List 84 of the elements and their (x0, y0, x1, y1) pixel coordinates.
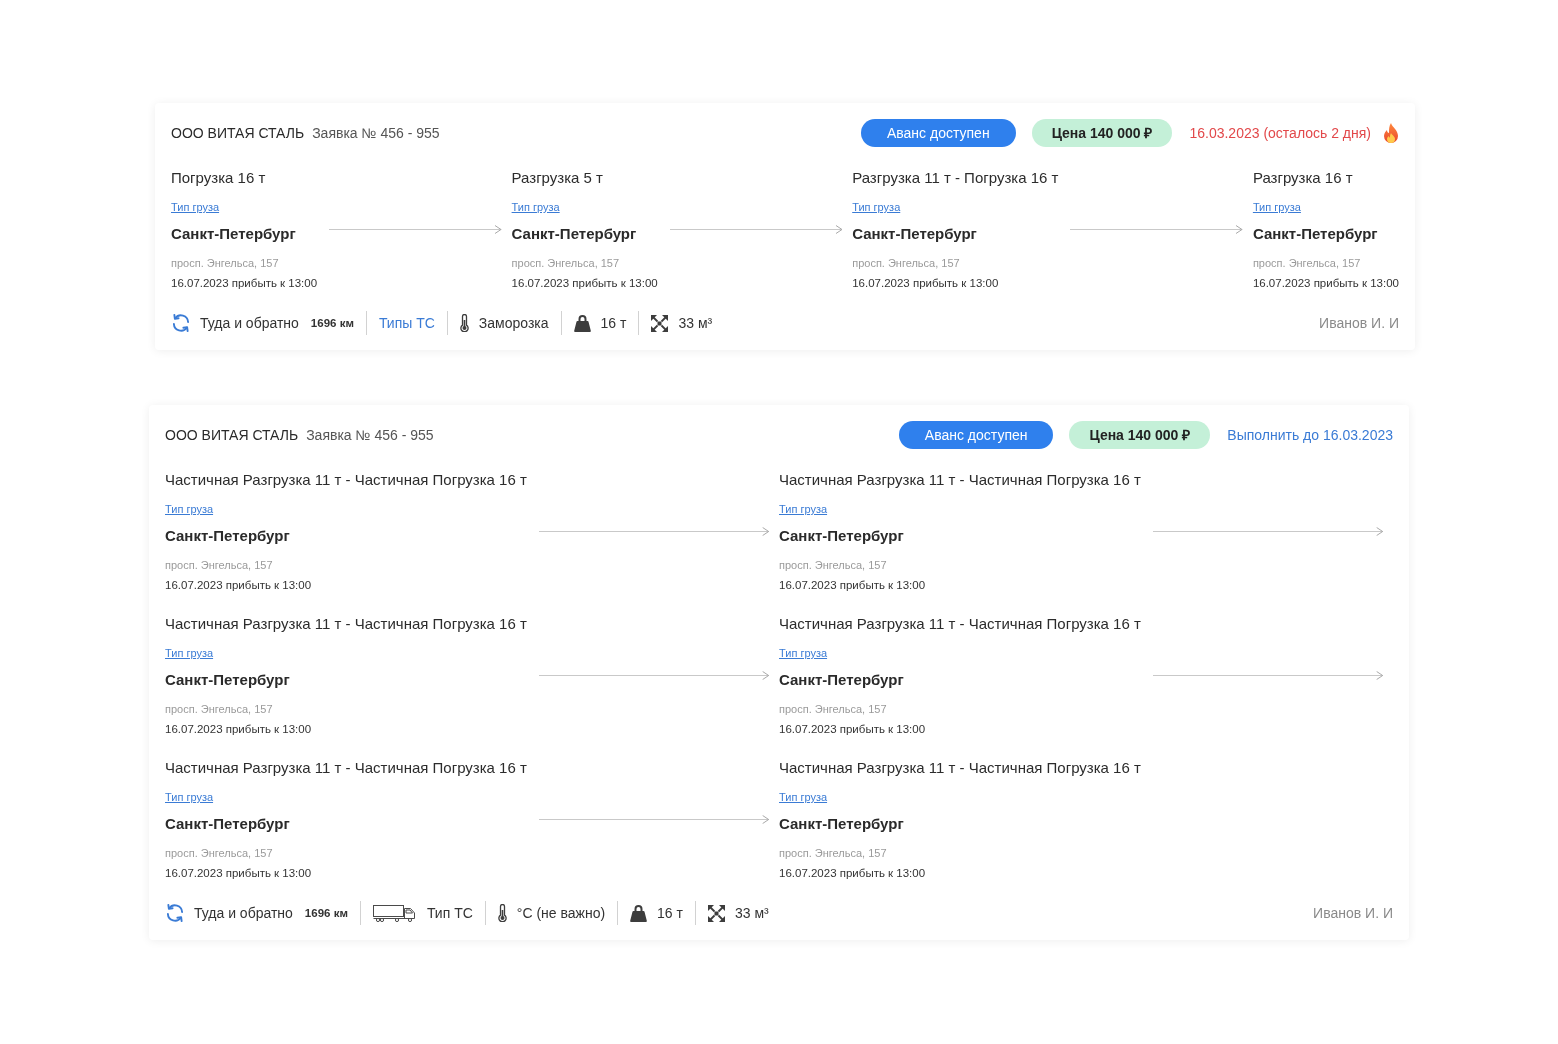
address-text: просп. Энгельса, 157 (779, 702, 887, 716)
company-name: ООО ВИТАЯ СТАЛЬ (165, 427, 299, 443)
cargo-type-link[interactable]: Тип груза (165, 502, 214, 516)
city-name: Санкт-Петербург (852, 224, 977, 244)
volume-text: 33 м³ (678, 315, 713, 331)
address-text: просп. Энгельса, 157 (171, 256, 279, 270)
cargo-type-link[interactable]: Тип груза (1252, 200, 1301, 214)
refresh-icon (166, 904, 184, 922)
cargo-type-link[interactable]: Тип груза (165, 790, 214, 804)
distance-text: 1696 км (304, 907, 348, 919)
arrival-time: 16.07.2023 прибыть к 13:00 (779, 722, 926, 736)
city-name: Санкт-Петербург (511, 224, 637, 244)
temperature-text: °C (не важно) (516, 905, 606, 921)
temperature-text: Заморозка (478, 315, 549, 331)
arrival-time: 16.07.2023 прибыть к 13:00 (779, 866, 926, 880)
advance-button[interactable]: Аванс доступен (898, 421, 1054, 449)
cargo-type-link[interactable]: Тип груза (852, 200, 901, 214)
manager-name: Иванов И. И (1319, 315, 1399, 331)
address-text: просп. Энгельса, 157 (511, 256, 620, 270)
cargo-type-link[interactable]: Тип груза (779, 790, 828, 804)
refresh-icon (172, 314, 190, 332)
city-name: Санкт-Петербург (1252, 224, 1378, 244)
city-name: Санкт-Петербург (779, 526, 904, 546)
stop-title: Частичная Разгрузка 11 т - Частичная Погрузка 16 т (165, 614, 527, 634)
address-text: просп. Энгельса, 157 (779, 846, 887, 860)
city-name: Санкт-Петербург (165, 526, 290, 546)
weight-icon (630, 904, 648, 922)
stop-title: Частичная Разгрузка 11 т - Частичная Погрузка 16 т (779, 470, 1141, 490)
weight-text: 16 т (657, 905, 683, 921)
city-name: Санкт-Петербург (779, 670, 904, 690)
city-name: Санкт-Петербург (171, 224, 296, 244)
truck-icon (372, 904, 417, 922)
stop-title: Погрузка 16 т (171, 168, 266, 188)
city-name: Санкт-Петербург (779, 814, 904, 834)
stop-title: Разгрузка 16 т (1252, 168, 1353, 188)
expand-arrows-icon (707, 904, 725, 922)
expand-arrows-icon (651, 314, 669, 332)
address-text: просп. Энгельса, 157 (165, 558, 273, 572)
company-name: ООО ВИТАЯ СТАЛЬ (171, 125, 305, 141)
order-number: Заявка № 456 - 955 (312, 125, 440, 141)
deadline-text: Выполнить до 16.03.2023 (1227, 427, 1393, 443)
address-text: просп. Энгельса, 157 (165, 846, 273, 860)
arrival-time: 16.07.2023 прибыть к 13:00 (165, 578, 312, 592)
thermometer-icon (459, 314, 469, 332)
volume-text: 33 м³ (734, 905, 769, 921)
stop-title: Частичная Разгрузка 11 т - Частичная Погрузка 16 т (779, 614, 1141, 634)
arrival-time: 16.07.2023 прибыть к 13:00 (779, 578, 926, 592)
address-text: просп. Энгельса, 157 (779, 558, 887, 572)
manager-name: Иванов И. И (1313, 905, 1393, 921)
stop-title: Разгрузка 11 т - Погрузка 16 т (852, 168, 1059, 188)
arrival-time: 16.07.2023 прибыть к 13:00 (852, 276, 999, 290)
address-text: просп. Энгельса, 157 (1252, 256, 1361, 270)
cargo-type-link[interactable]: Тип груза (779, 502, 828, 516)
fire-icon (1383, 123, 1399, 143)
city-name: Санкт-Петербург (165, 814, 290, 834)
cargo-type-link[interactable]: Тип груза (511, 200, 560, 214)
arrival-time: 16.07.2023 прибыть к 13:00 (1252, 276, 1399, 290)
arrival-time: 16.07.2023 прибыть к 13:00 (171, 276, 318, 290)
arrival-time: 16.07.2023 прибыть к 13:00 (511, 276, 658, 290)
stop-title: Частичная Разгрузка 11 т - Частичная Погрузка 16 т (165, 758, 527, 778)
cargo-type-link[interactable]: Тип груза (171, 200, 220, 214)
vehicle-types-link[interactable]: Типы ТС (378, 315, 435, 331)
weight-text: 16 т (600, 315, 627, 331)
trip-type-text: Туда и обратно (194, 905, 293, 921)
cargo-type-link[interactable]: Тип груза (779, 646, 828, 660)
stop-title: Частичная Разгрузка 11 т - Частичная Погрузка 16 т (779, 758, 1141, 778)
arrival-time: 16.07.2023 прибыть к 13:00 (165, 722, 312, 736)
city-name: Санкт-Петербург (165, 670, 290, 690)
thermometer-icon (497, 904, 507, 922)
vehicle-type-text: Тип ТС (426, 905, 473, 921)
order-number: Заявка № 456 - 955 (306, 427, 434, 443)
weight-icon (573, 314, 591, 332)
stop-title: Частичная Разгрузка 11 т - Частичная Погрузка 16 т (165, 470, 527, 490)
address-text: просп. Энгельса, 157 (165, 702, 273, 716)
address-text: просп. Энгельса, 157 (852, 256, 960, 270)
deadline-text: 16.03.2023 (осталось 2 дня) (1189, 125, 1371, 141)
trip-type-text: Туда и обратно (200, 315, 299, 331)
cargo-type-link[interactable]: Тип груза (165, 646, 214, 660)
arrival-time: 16.07.2023 прибыть к 13:00 (165, 866, 312, 880)
advance-button[interactable]: Аванс доступен (860, 119, 1016, 147)
price-badge: Цена 140 000 ₽ (1069, 421, 1211, 449)
stop-title: Разгрузка 5 т (511, 168, 603, 188)
price-badge: Цена 140 000 ₽ (1031, 119, 1173, 147)
distance-text: 1696 км (310, 317, 354, 329)
